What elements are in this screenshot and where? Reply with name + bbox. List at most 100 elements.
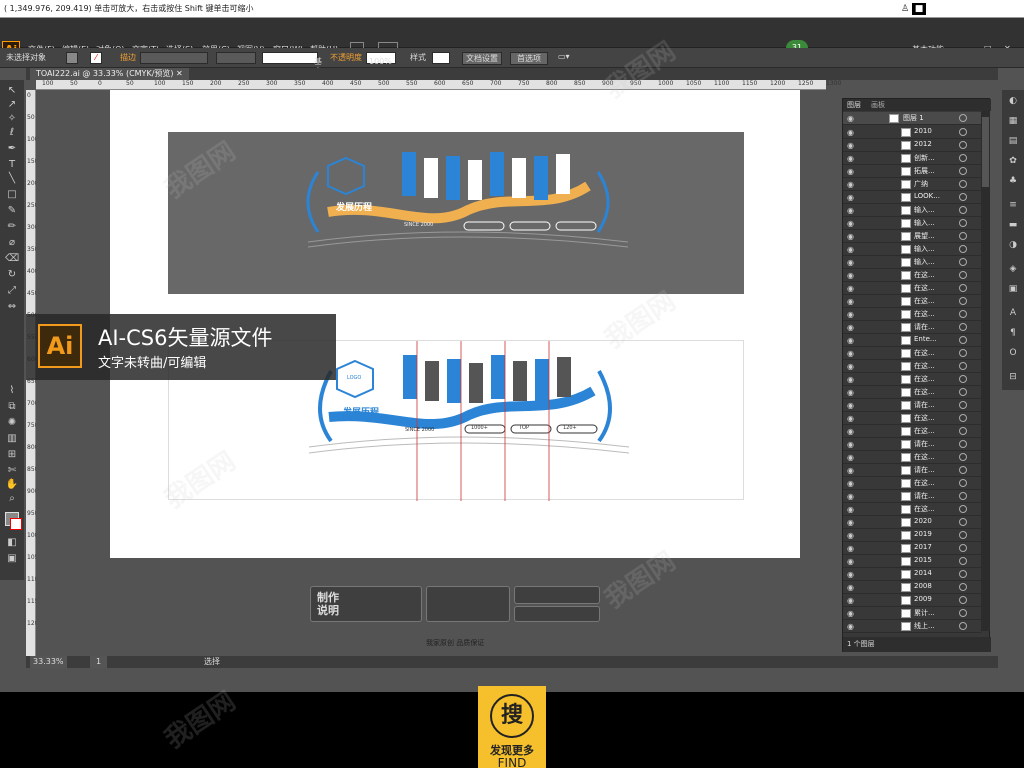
eye-icon[interactable]: ◉ <box>847 310 854 319</box>
artboard-tool-icon[interactable]: ⊞ <box>5 448 19 462</box>
graphic-style-swatch[interactable] <box>432 52 450 64</box>
tab-layers[interactable]: 图层 <box>847 100 861 110</box>
target-icon[interactable] <box>959 479 967 487</box>
layer-row[interactable]: ◉ 在这... <box>843 282 981 295</box>
layer-row[interactable]: ◉ 累计... <box>843 607 981 620</box>
target-icon[interactable] <box>959 609 967 617</box>
tab-artboards[interactable]: 画板 <box>871 100 885 110</box>
opacity-input[interactable]: 100% <box>366 52 396 66</box>
layer-row[interactable]: ◉ 在这... <box>843 295 981 308</box>
stroke-label[interactable]: 描边 <box>120 52 136 63</box>
line-tool-icon[interactable]: ╲ <box>5 172 19 186</box>
symbols-icon[interactable]: ♣ <box>1007 176 1019 188</box>
eye-icon[interactable]: ◉ <box>847 440 854 449</box>
target-icon[interactable] <box>959 180 967 188</box>
eye-icon[interactable]: ◉ <box>847 583 854 592</box>
target-icon[interactable] <box>959 596 967 604</box>
color-guide-icon[interactable]: ▦ <box>1007 116 1019 128</box>
target-icon[interactable] <box>959 206 967 214</box>
stroke-swatch[interactable]: ⁄ <box>90 52 102 64</box>
target-icon[interactable] <box>959 349 967 357</box>
layer-row[interactable]: ◉ 2010 <box>843 126 981 139</box>
target-icon[interactable] <box>959 557 967 565</box>
eye-icon[interactable]: ◉ <box>847 466 854 475</box>
width-tool-icon[interactable]: ⇔ <box>5 300 19 314</box>
variable-width-select[interactable] <box>216 52 256 64</box>
layer-row[interactable]: ◉ 2014 <box>843 568 981 581</box>
target-icon[interactable] <box>959 440 967 448</box>
layer-row[interactable]: ◉ 在这... <box>843 347 981 360</box>
eye-icon[interactable]: ◉ <box>847 349 854 358</box>
screen-mode-icon[interactable]: ▣ <box>5 552 19 566</box>
eyedropper-tool-icon[interactable]: ⌇ <box>5 384 19 398</box>
color-mode-icon[interactable]: ◧ <box>5 536 19 550</box>
align-icon[interactable]: ▭▾ <box>558 52 570 61</box>
layer-row[interactable]: ◉ 线上... <box>843 620 981 633</box>
eye-icon[interactable]: ◉ <box>847 544 854 553</box>
document-tab[interactable]: TOAI222.ai @ 33.33% (CMYK/预览) ✕ <box>30 68 189 80</box>
eye-icon[interactable]: ◉ <box>847 245 854 254</box>
target-icon[interactable] <box>959 388 967 396</box>
zoom-tool-icon[interactable]: ⌕ <box>5 492 19 506</box>
document-setup-button[interactable]: 文档设置 <box>462 52 502 65</box>
eye-icon[interactable]: ◉ <box>847 427 854 436</box>
target-icon[interactable] <box>959 583 967 591</box>
layer-row[interactable]: ◉ 在这... <box>843 308 981 321</box>
target-icon[interactable] <box>959 271 967 279</box>
target-icon[interactable] <box>959 114 967 122</box>
symbol-sprayer-tool-icon[interactable]: ✺ <box>5 416 19 430</box>
target-icon[interactable] <box>959 362 967 370</box>
fill-swatch[interactable] <box>66 52 78 64</box>
eye-icon[interactable]: ◉ <box>847 492 854 501</box>
layer-row[interactable]: ◉ 2020 <box>843 516 981 529</box>
target-icon[interactable] <box>959 492 967 500</box>
eye-icon[interactable]: ◉ <box>847 453 854 462</box>
character-panel-icon[interactable]: A <box>1007 308 1019 320</box>
layer-row[interactable]: ◉ 在这... <box>843 477 981 490</box>
align-panel-icon[interactable]: ⊟ <box>1007 372 1019 384</box>
rotate-tool-icon[interactable]: ↻ <box>5 268 19 282</box>
eye-icon[interactable]: ◉ <box>847 141 854 150</box>
paintbrush-tool-icon[interactable]: ✎ <box>5 204 19 218</box>
layer-row[interactable]: ◉ LOOK... <box>843 191 981 204</box>
eye-icon[interactable]: ◉ <box>847 622 854 631</box>
layer-row[interactable]: ◉ 2012 <box>843 139 981 152</box>
target-icon[interactable] <box>959 167 967 175</box>
layer-row[interactable]: ◉ 2008 <box>843 581 981 594</box>
blob-brush-tool-icon[interactable]: ⌀ <box>5 236 19 250</box>
target-icon[interactable] <box>959 141 967 149</box>
target-icon[interactable] <box>959 193 967 201</box>
eye-icon[interactable]: ◉ <box>847 414 854 423</box>
graphic-styles-icon[interactable]: ▣ <box>1007 284 1019 296</box>
target-icon[interactable] <box>959 427 967 435</box>
target-icon[interactable] <box>959 414 967 422</box>
eraser-tool-icon[interactable]: ⌫ <box>5 252 19 266</box>
hand-tool-icon[interactable]: ✋ <box>5 478 19 492</box>
layer-row[interactable]: ◉ 输入... <box>843 243 981 256</box>
eye-icon[interactable]: ◉ <box>847 323 854 332</box>
layer-row[interactable]: ◉ 在这... <box>843 386 981 399</box>
target-icon[interactable] <box>959 284 967 292</box>
eye-icon[interactable]: ◉ <box>847 479 854 488</box>
type-tool-icon[interactable]: T <box>5 158 19 172</box>
target-icon[interactable] <box>959 401 967 409</box>
target-icon[interactable] <box>959 258 967 266</box>
eye-icon[interactable]: ◉ <box>847 388 854 397</box>
eye-icon[interactable]: ◉ <box>847 258 854 267</box>
eye-icon[interactable]: ◉ <box>847 531 854 540</box>
target-icon[interactable] <box>959 297 967 305</box>
layer-row[interactable]: ◉ 展望... <box>843 230 981 243</box>
eye-icon[interactable]: ◉ <box>847 114 854 123</box>
slice-tool-icon[interactable]: ✄ <box>5 464 19 478</box>
target-icon[interactable] <box>959 466 967 474</box>
eye-icon[interactable]: ◉ <box>847 518 854 527</box>
layer-row[interactable]: ◉ 输入... <box>843 204 981 217</box>
eye-icon[interactable]: ◉ <box>847 570 854 579</box>
eye-icon[interactable]: ◉ <box>847 505 854 514</box>
eye-icon[interactable]: ◉ <box>847 557 854 566</box>
layer-row[interactable]: ◉ 在这... <box>843 269 981 282</box>
layers-scroll-thumb[interactable] <box>982 117 989 187</box>
eye-icon[interactable]: ◉ <box>847 297 854 306</box>
layer-row[interactable]: ◉ 请在... <box>843 464 981 477</box>
direct-selection-tool-icon[interactable]: ↗ <box>5 98 19 112</box>
